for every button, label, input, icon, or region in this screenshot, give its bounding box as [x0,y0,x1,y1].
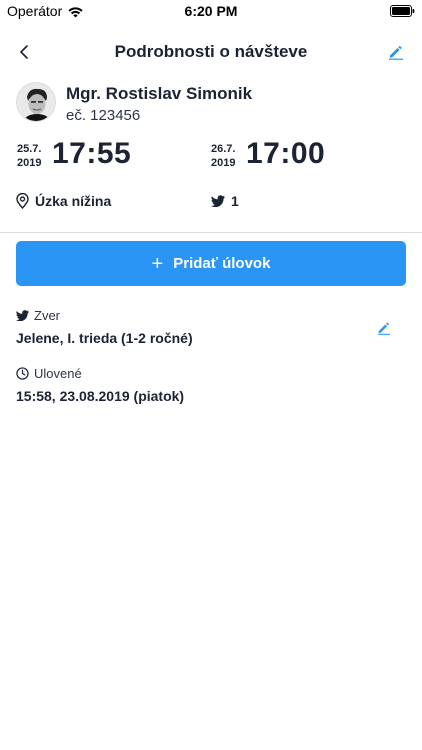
start-date-year: 2019 [17,157,42,169]
battery-icon [390,5,415,17]
caught-value: 15:58, 23.08.2019 (piatok) [16,388,185,404]
start-time: 17:55 [52,137,132,170]
game-value: Jelene, I. trieda (1-2 ročné) [16,330,193,346]
divider [0,232,422,233]
avatar [16,82,56,122]
bird-icon [211,195,225,207]
location-name: Úzka nížina [35,193,112,209]
edit-catch-button[interactable] [374,318,394,338]
add-catch-button[interactable]: + Pridať úlovok [16,241,406,286]
add-catch-label: Pridať úlovok [173,255,271,272]
pencil-icon [377,322,391,335]
avatar-portrait-icon [17,83,55,121]
pencil-icon [389,45,403,60]
end-date-day: 26.7. [211,143,236,155]
nav-bar: Podrobnosti o návšteve [0,34,422,70]
hunter-info: Mgr. Rostislav Simonik eč. 123456 [16,82,406,126]
edit-visit-button[interactable] [384,40,408,64]
game-label: Zver [34,307,60,323]
start-date-day: 25.7. [17,143,42,155]
plus-icon: + [151,252,164,275]
location-pin-icon [16,193,29,209]
end-date: 26.7. 2019 [211,142,235,170]
screen: Operátor 6:20 PM Podrobnosti o návšteve [0,0,422,750]
catch-count: 1 [231,193,239,209]
clock-icon [16,366,29,380]
catch-count-row: 1 [211,190,239,212]
catch-item: Zver Jelene, I. trieda (1-2 ročné) Ulove… [16,306,406,408]
status-time: 6:20 PM [184,3,238,19]
hunter-license-number: eč. 123456 [66,107,141,124]
location-row: Úzka nížina [16,190,111,212]
caught-label: Ulovené [34,365,82,381]
end-time: 17:00 [246,137,326,170]
caught-label-row: Ulovené [16,364,406,382]
status-bar: Operátor 6:20 PM [0,0,422,22]
bird-icon [16,309,29,321]
hunter-name: Mgr. Rostislav Simonik [66,84,253,103]
page-title: Podrobnosti o návšteve [114,42,308,61]
start-date: 25.7. 2019 [17,142,41,170]
game-label-row: Zver [16,306,406,324]
end-date-year: 2019 [211,157,236,169]
